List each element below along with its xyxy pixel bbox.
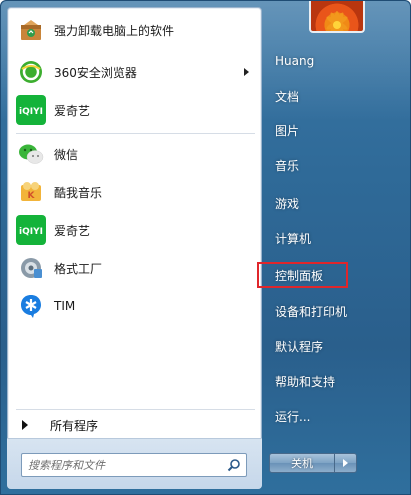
tim-icon xyxy=(16,291,46,321)
program-label: 强力卸载电脑上的软件 xyxy=(54,23,175,38)
right-item-music[interactable]: 音乐 xyxy=(265,150,405,180)
svg-text:K: K xyxy=(28,191,36,201)
iqiyi-icon: iQIYI xyxy=(16,95,46,125)
shutdown-button[interactable]: 关机 xyxy=(269,453,335,473)
format-factory-icon xyxy=(16,253,46,283)
all-programs-label: 所有程序 xyxy=(50,418,99,433)
program-label: 360安全浏览器 xyxy=(54,65,137,80)
right-item-help-support[interactable]: 帮助和支持 xyxy=(265,366,405,396)
iqiyi-icon: iQIYI xyxy=(16,215,46,245)
uninstaller-box-icon xyxy=(16,15,46,45)
program-label: 微信 xyxy=(54,147,79,162)
submenu-arrow-icon[interactable] xyxy=(244,68,249,76)
kuwo-music-icon: K xyxy=(16,177,46,207)
program-item-format-factory[interactable]: 格式工厂 xyxy=(10,250,259,286)
program-item-kuwo[interactable]: K 酷我音乐 xyxy=(10,174,259,210)
right-item-default-programs[interactable]: 默认程序 xyxy=(265,331,405,361)
search-area xyxy=(7,438,262,489)
right-item-pictures[interactable]: 图片 xyxy=(265,115,405,145)
search-box[interactable] xyxy=(21,453,247,477)
chevron-right-icon xyxy=(343,459,348,467)
program-item-tim[interactable]: TIM xyxy=(10,288,259,324)
search-input[interactable] xyxy=(28,458,218,472)
360-browser-icon xyxy=(16,57,46,87)
svg-text:iQIYI: iQIYI xyxy=(19,107,43,117)
divider xyxy=(16,133,255,134)
program-item-360-browser[interactable]: 360安全浏览器 xyxy=(10,54,259,90)
search-icon[interactable] xyxy=(227,458,241,472)
program-label: TIM xyxy=(54,299,76,313)
right-item-documents[interactable]: 文档 xyxy=(265,81,405,111)
program-item-iqiyi-2[interactable]: iQIYI 爱奇艺 xyxy=(10,212,259,248)
user-avatar[interactable] xyxy=(309,1,365,33)
wechat-icon xyxy=(16,139,46,169)
program-item-iqiyi[interactable]: iQIYI 爱奇艺 xyxy=(10,92,259,128)
programs-panel: 强力卸载电脑上的软件 360安全浏览器 iQIYI 爱奇艺 微信 K 酷我音乐 … xyxy=(7,7,262,489)
right-item-computer[interactable]: 计算机 xyxy=(265,223,405,253)
right-item-devices-printers[interactable]: 设备和打印机 xyxy=(265,296,405,326)
start-menu: 强力卸载电脑上的软件 360安全浏览器 iQIYI 爱奇艺 微信 K 酷我音乐 … xyxy=(0,0,411,495)
right-item-run[interactable]: 运行... xyxy=(265,401,405,431)
svg-text:iQIYI: iQIYI xyxy=(19,227,43,237)
program-label: 爱奇艺 xyxy=(54,223,91,238)
right-item-games[interactable]: 游戏 xyxy=(265,188,405,218)
expand-arrow-icon xyxy=(22,420,28,430)
all-programs-button[interactable]: 所有程序 xyxy=(10,410,259,440)
program-label: 爱奇艺 xyxy=(54,103,91,118)
program-item-wechat[interactable]: 微信 xyxy=(10,136,259,172)
user-name-link[interactable]: Huang xyxy=(265,46,405,76)
shutdown-options-button[interactable] xyxy=(335,453,357,473)
program-label: 酷我音乐 xyxy=(54,185,103,200)
program-item-uninstaller[interactable]: 强力卸载电脑上的软件 xyxy=(10,12,259,48)
program-label: 格式工厂 xyxy=(54,261,103,276)
highlight-box xyxy=(257,262,348,288)
